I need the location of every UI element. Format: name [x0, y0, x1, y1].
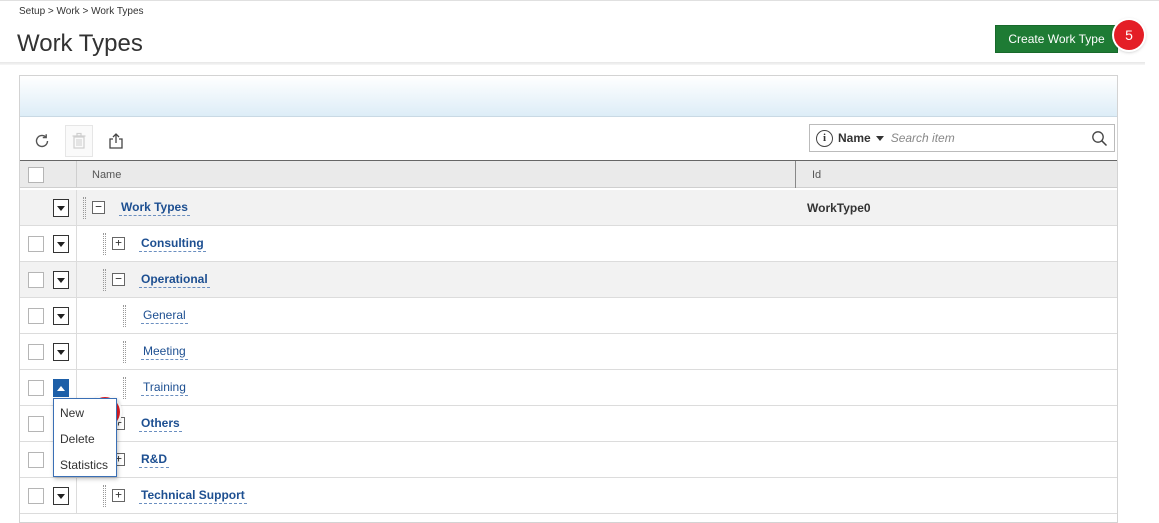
expand-icon[interactable]: +	[112, 489, 125, 502]
column-divider	[76, 226, 77, 261]
table-row[interactable]: General	[20, 298, 1117, 334]
table-row[interactable]: + Consulting	[20, 226, 1117, 262]
export-button[interactable]	[104, 127, 128, 155]
chevron-down-icon	[57, 313, 65, 319]
trash-icon	[72, 132, 86, 149]
drag-handle[interactable]	[123, 377, 126, 399]
column-divider	[76, 161, 77, 187]
search-box: i Name	[809, 124, 1115, 152]
drag-handle[interactable]	[123, 341, 126, 363]
column-divider	[76, 478, 77, 513]
menu-item-new[interactable]: New	[60, 406, 84, 420]
work-type-link[interactable]: R&D	[139, 452, 169, 468]
row-actions-button[interactable]	[53, 271, 69, 289]
row-actions-button[interactable]	[53, 343, 69, 361]
menu-item-statistics[interactable]: Statistics	[60, 458, 108, 472]
menu-item-delete[interactable]: Delete	[60, 432, 95, 446]
table-row[interactable]: + Technical Support	[20, 478, 1117, 514]
drag-handle[interactable]	[103, 233, 106, 255]
chevron-down-icon	[57, 205, 65, 211]
row-actions-button[interactable]	[53, 487, 69, 505]
chevron-down-icon	[57, 277, 65, 283]
table-row[interactable]: − Work Types WorkType0	[20, 190, 1117, 226]
row-checkbox[interactable]	[28, 488, 44, 504]
row-checkbox[interactable]	[28, 236, 44, 252]
row-actions-button[interactable]	[53, 307, 69, 325]
select-all-checkbox[interactable]	[28, 167, 44, 183]
step-badge-create: 5	[1114, 20, 1144, 50]
column-header-name[interactable]: Name	[92, 169, 121, 181]
row-context-menu: New Delete Statistics	[53, 398, 117, 477]
work-type-link[interactable]: Technical Support	[139, 488, 247, 504]
work-type-link[interactable]: General	[141, 308, 188, 324]
drag-handle[interactable]	[83, 197, 86, 219]
panel-banner	[20, 76, 1117, 117]
work-type-link[interactable]: Training	[141, 380, 188, 396]
work-type-link[interactable]: Others	[139, 416, 182, 432]
expand-icon[interactable]: +	[112, 237, 125, 250]
table-row[interactable]: + R&D	[20, 442, 1117, 478]
row-actions-button[interactable]	[53, 199, 69, 217]
row-checkbox[interactable]	[28, 272, 44, 288]
work-type-link[interactable]: Consulting	[139, 236, 206, 252]
row-checkbox[interactable]	[28, 416, 44, 432]
create-work-type-button[interactable]: Create Work Type	[995, 25, 1118, 53]
chevron-down-icon	[57, 493, 65, 499]
collapse-icon[interactable]: −	[92, 201, 105, 214]
column-divider	[76, 334, 77, 369]
search-field-selector[interactable]: Name	[838, 131, 871, 145]
chevron-up-icon	[57, 385, 65, 391]
column-divider	[76, 190, 77, 225]
search-icon[interactable]	[1091, 130, 1108, 147]
drag-handle[interactable]	[103, 269, 106, 291]
page-title: Work Types	[17, 30, 143, 57]
column-divider	[76, 262, 77, 297]
chevron-down-icon	[57, 241, 65, 247]
chevron-down-icon	[57, 349, 65, 355]
drag-handle[interactable]	[103, 485, 106, 507]
table-row[interactable]: Training	[20, 370, 1117, 406]
work-type-link[interactable]: Operational	[139, 272, 210, 288]
collapse-icon[interactable]: −	[112, 273, 125, 286]
table-row[interactable]: − Operational	[20, 262, 1117, 298]
row-actions-button[interactable]	[53, 379, 69, 397]
export-icon	[109, 133, 123, 149]
info-icon[interactable]: i	[816, 129, 833, 147]
grid-header: Name Id	[20, 160, 1117, 188]
column-header-id[interactable]: Id	[812, 169, 821, 181]
row-actions-button[interactable]	[53, 235, 69, 253]
work-type-id: WorkType0	[807, 201, 871, 215]
breadcrumb[interactable]: Setup > Work > Work Types	[19, 6, 144, 17]
row-checkbox[interactable]	[28, 344, 44, 360]
search-input[interactable]	[890, 131, 1087, 145]
row-checkbox[interactable]	[28, 452, 44, 468]
row-checkbox[interactable]	[28, 380, 44, 396]
drag-handle[interactable]	[123, 305, 126, 327]
top-border	[0, 0, 1159, 1]
header-divider	[0, 62, 1145, 65]
column-id-frame	[795, 161, 1117, 188]
work-type-link[interactable]: Meeting	[141, 344, 188, 360]
table-row[interactable]: Meeting	[20, 334, 1117, 370]
column-divider	[76, 298, 77, 333]
delete-button[interactable]	[65, 125, 93, 157]
row-checkbox[interactable]	[28, 308, 44, 324]
refresh-button[interactable]	[30, 127, 54, 155]
table-row[interactable]: + Others	[20, 406, 1117, 442]
chevron-down-icon[interactable]	[875, 135, 884, 141]
refresh-icon	[35, 134, 49, 148]
work-types-panel: i Name Name Id − Work Types WorkType0 + Cons…	[19, 75, 1118, 523]
work-type-link[interactable]: Work Types	[119, 200, 190, 216]
